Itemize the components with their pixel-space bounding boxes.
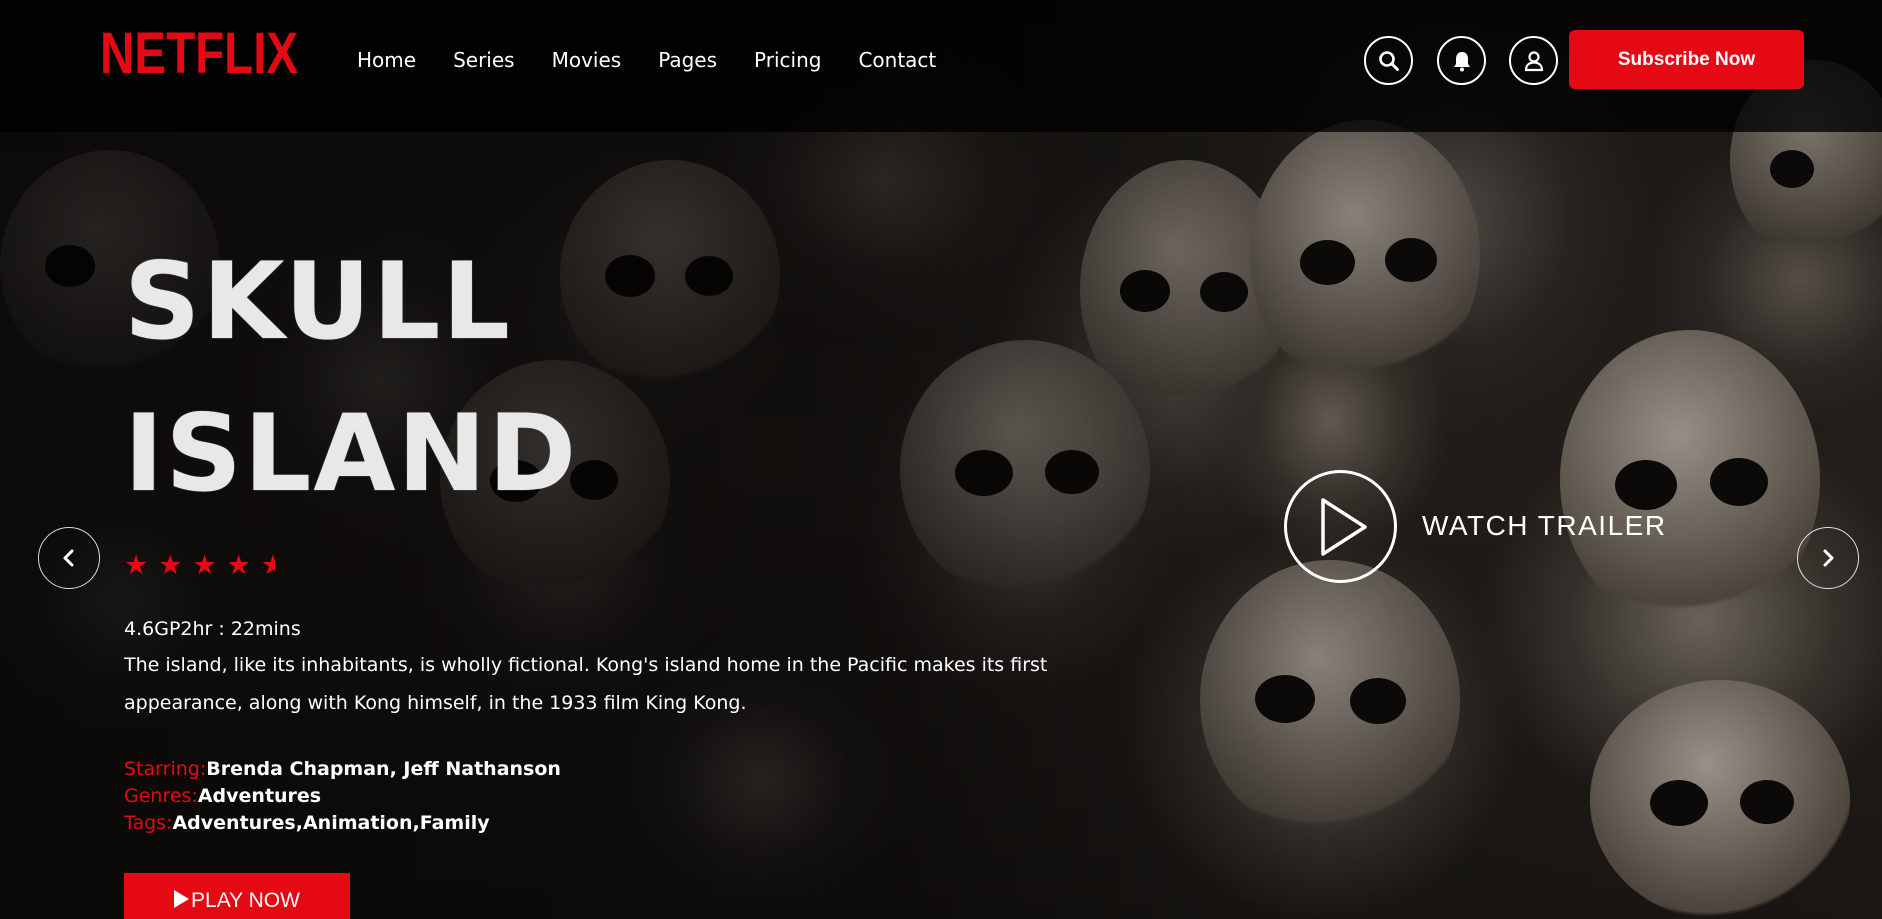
hero-content: SKULL ISLAND ★ ★ ★ ★ ★ 4.6GP2hr : 22mins…	[0, 0, 1882, 919]
genres-value: Adventures	[197, 785, 322, 807]
starring-value: Brenda Chapman, Jeff Nathanson	[206, 758, 561, 780]
play-now-label: PLAY NOW	[191, 889, 300, 912]
starring-row: Starring:Brenda Chapman, Jeff Nathanson	[124, 758, 561, 780]
movie-meta: 4.6GP2hr : 22mins	[124, 618, 301, 640]
play-now-button[interactable]: PLAY NOW	[124, 873, 350, 919]
nav-contact[interactable]: Contact	[858, 48, 936, 72]
notifications-button[interactable]	[1437, 36, 1486, 85]
watch-trailer-label[interactable]: WATCH TRAILER	[1422, 510, 1667, 542]
tags-value: Adventures,Animation,Family	[172, 812, 490, 834]
watch-trailer-button[interactable]	[1284, 470, 1397, 583]
movie-description: The island, like its inhabitants, is who…	[124, 654, 1048, 714]
search-button[interactable]	[1364, 36, 1413, 85]
genres-row: Genres:Adventures	[124, 785, 321, 807]
tags-row: Tags:Adventures,Animation,Family	[124, 812, 490, 834]
starring-label: Starring:	[124, 758, 207, 780]
genres-label: Genres:	[124, 785, 198, 807]
hero-banner: NETFLIX Home Series Movies Pages Pricing…	[0, 0, 1882, 919]
movie-title-line-1: SKULL	[124, 240, 512, 363]
profile-button[interactable]	[1509, 36, 1558, 85]
bell-icon	[1453, 51, 1470, 71]
nav-home[interactable]: Home	[357, 48, 416, 72]
star-icon: ★	[192, 550, 217, 580]
half-star-icon: ★	[260, 552, 275, 579]
star-icon: ★	[158, 550, 183, 580]
nav-movies[interactable]: Movies	[552, 48, 622, 72]
chevron-right-icon	[1823, 549, 1834, 567]
user-icon	[1524, 50, 1543, 71]
chevron-left-icon	[63, 549, 74, 567]
nav-pricing[interactable]: Pricing	[754, 48, 821, 72]
movie-title-line-2: ISLAND	[124, 392, 579, 515]
carousel-prev-button[interactable]	[38, 527, 100, 589]
subscribe-button[interactable]: Subscribe Now	[1569, 30, 1804, 89]
search-icon	[1378, 50, 1399, 71]
main-nav: Home Series Movies Pages Pricing Contact	[357, 48, 973, 72]
nav-pages[interactable]: Pages	[658, 48, 717, 72]
netflix-logo[interactable]: NETFLIX	[100, 20, 298, 87]
star-icon: ★	[226, 550, 251, 580]
carousel-next-button[interactable]	[1797, 527, 1859, 589]
rating-stars: ★ ★ ★ ★ ★	[124, 552, 275, 579]
play-outline-icon	[1320, 497, 1367, 556]
tags-label: Tags:	[124, 812, 173, 834]
star-icon: ★	[124, 550, 149, 580]
top-navigation-bar: NETFLIX Home Series Movies Pages Pricing…	[0, 0, 1882, 132]
nav-series[interactable]: Series	[453, 48, 515, 72]
play-icon	[174, 890, 190, 908]
